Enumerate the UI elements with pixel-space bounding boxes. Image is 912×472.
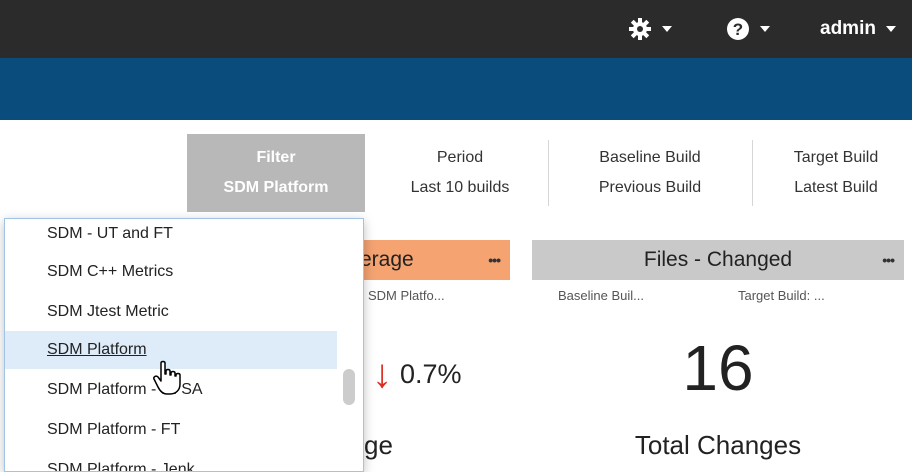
coverage-delta-value: 0.7%: [400, 359, 462, 389]
baseline-build-label: Baseline Build: [599, 149, 701, 166]
baseline-build-subtitle: Baseline Buil...: [558, 288, 644, 303]
files-changed-widget: Files - Changed ••• Baseline Buil... Tar…: [532, 240, 904, 468]
svg-text:?: ?: [733, 20, 743, 39]
target-build-value: Latest Build: [794, 179, 878, 196]
gear-icon: [629, 18, 651, 40]
settings-menu[interactable]: [628, 0, 672, 58]
files-changed-widget-header: Files - Changed: [532, 240, 904, 280]
coverage-delta: ↓ 0.7%: [372, 352, 462, 397]
username-label: admin: [820, 18, 876, 39]
filter-selector[interactable]: Filter SDM Platform: [187, 134, 365, 212]
chevron-down-icon: [885, 26, 896, 32]
more-icon[interactable]: •••: [882, 252, 895, 268]
dropdown-scrollbar[interactable]: [343, 369, 355, 405]
target-build-selector[interactable]: Target Build Latest Build: [760, 134, 912, 212]
filter-label: Filter: [256, 149, 296, 166]
total-changes-value: 16: [682, 332, 754, 404]
top-navbar: ? admin: [0, 0, 912, 58]
dropdown-item[interactable]: SDM - UT and FT: [5, 219, 337, 253]
filter-value: SDM Platform: [223, 179, 329, 196]
coverage-widget-title: erage: [360, 248, 414, 271]
chevron-down-icon: [662, 26, 672, 32]
header-banner: [0, 58, 912, 120]
files-changed-widget-title: Files - Changed: [643, 248, 793, 271]
period-value: Last 10 builds: [410, 179, 510, 196]
dropdown-item[interactable]: SDM Platform - Jenk: [5, 451, 337, 471]
more-icon[interactable]: •••: [488, 252, 501, 268]
hand-pointer-icon: [153, 360, 181, 395]
period-selector[interactable]: Period Last 10 builds: [380, 134, 540, 212]
baseline-build-value: Previous Build: [598, 179, 702, 196]
total-changes-label: Total Changes: [634, 430, 802, 460]
user-menu[interactable]: admin: [820, 0, 896, 58]
filter-dropdown[interactable]: SDM - UT and FT SDM C++ Metrics SDM Jtes…: [4, 218, 364, 472]
divider: [752, 140, 753, 206]
dropdown-item[interactable]: SDM C++ Metrics: [5, 253, 337, 291]
dropdown-item[interactable]: SDM Platform - FT: [5, 411, 337, 449]
down-arrow-icon: ↓: [372, 352, 392, 396]
baseline-build-selector[interactable]: Baseline Build Previous Build: [560, 134, 740, 212]
coverage-widget-caption: ge: [364, 430, 393, 460]
dropdown-item[interactable]: SDM Jtest Metric: [5, 293, 337, 331]
target-build-label: Target Build: [793, 149, 879, 166]
question-circle-icon: ?: [727, 18, 749, 40]
help-menu[interactable]: ?: [726, 0, 770, 58]
divider: [548, 140, 549, 206]
chevron-down-icon: [760, 26, 770, 32]
target-build-subtitle: Target Build: ...: [738, 288, 825, 303]
coverage-widget-subtitle: SDM Platfo...: [368, 288, 445, 303]
period-label: Period: [436, 149, 484, 166]
